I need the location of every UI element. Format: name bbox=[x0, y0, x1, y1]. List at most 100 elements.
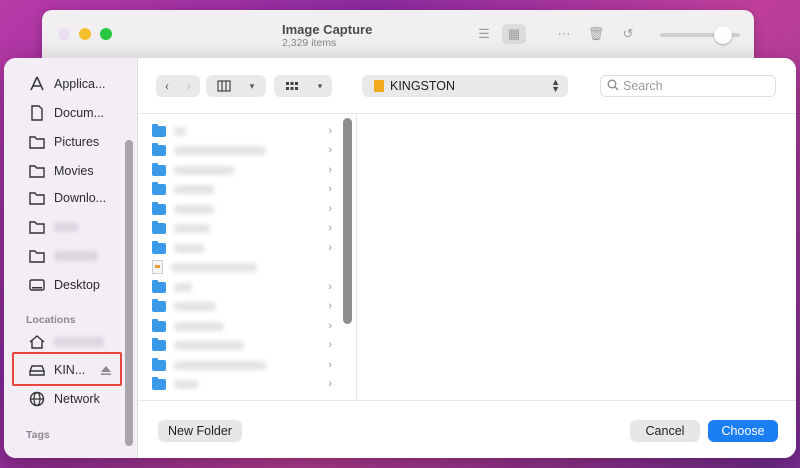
redacted-label bbox=[54, 251, 98, 261]
chevron-right-icon: › bbox=[328, 222, 332, 234]
document-icon bbox=[28, 104, 46, 122]
redacted-name bbox=[174, 165, 234, 175]
zoom-slider-knob[interactable] bbox=[714, 26, 732, 44]
chevron-right-icon: › bbox=[328, 164, 332, 176]
chevron-right-icon: › bbox=[328, 359, 332, 371]
sidebar-item-label: Desktop bbox=[54, 278, 100, 292]
trash-icon[interactable]: 🗑 bbox=[584, 24, 608, 44]
sidebar-item-label: Network bbox=[54, 392, 100, 406]
new-folder-button[interactable]: New Folder bbox=[158, 420, 242, 442]
sidebar-item-movies[interactable]: Movies bbox=[14, 158, 130, 184]
sidebar-item-documents[interactable]: Docum... bbox=[14, 100, 130, 126]
file-row[interactable]: › bbox=[152, 297, 332, 315]
globe-icon bbox=[28, 390, 46, 408]
chevron-right-icon: › bbox=[328, 125, 332, 137]
sidebar-item-label: Downlo... bbox=[54, 191, 107, 205]
file-row[interactable]: › bbox=[152, 375, 332, 393]
column-divider[interactable] bbox=[356, 114, 357, 400]
folder-icon bbox=[152, 240, 166, 254]
view-mode-button[interactable]: ▾ bbox=[206, 75, 266, 97]
chevron-right-icon: › bbox=[328, 320, 332, 332]
forward-button[interactable]: › bbox=[178, 75, 200, 97]
chevron-right-icon: › bbox=[328, 378, 332, 390]
more-icon[interactable]: ⋯ bbox=[552, 24, 576, 44]
minimize-window-button[interactable] bbox=[79, 28, 91, 40]
folder-icon bbox=[152, 318, 166, 332]
drive-icon bbox=[374, 80, 384, 92]
sidebar-item-pictures[interactable]: Pictures bbox=[14, 129, 130, 155]
zoom-window-button[interactable] bbox=[100, 28, 112, 40]
back-button[interactable]: ‹ bbox=[156, 75, 178, 97]
chevron-right-icon: › bbox=[187, 79, 191, 93]
folder-icon bbox=[28, 162, 46, 180]
group-mode-button[interactable]: ▾ bbox=[274, 75, 332, 97]
sidebar-item-label: Movies bbox=[54, 164, 94, 178]
folder-icon bbox=[152, 181, 166, 195]
folder-icon bbox=[152, 357, 166, 371]
column-scrollbar[interactable] bbox=[343, 118, 352, 324]
chevron-down-icon: ▾ bbox=[317, 80, 323, 91]
redacted-name bbox=[174, 282, 192, 292]
folder-icon bbox=[152, 123, 166, 137]
sidebar-item-folder-redacted-2[interactable] bbox=[14, 243, 130, 269]
sidebar: Applica... Docum... Pictures Movies Down bbox=[4, 58, 138, 458]
redacted-name bbox=[171, 262, 257, 272]
folder-icon bbox=[28, 133, 46, 151]
redacted-label bbox=[54, 222, 78, 232]
file-row[interactable]: › bbox=[152, 161, 332, 179]
home-icon bbox=[28, 333, 46, 351]
rotate-icon[interactable]: ↺ bbox=[616, 24, 640, 44]
redacted-name bbox=[174, 301, 216, 311]
desktop-icon bbox=[28, 276, 46, 294]
sidebar-item-downloads[interactable]: Downlo... bbox=[14, 185, 130, 211]
redacted-name bbox=[174, 360, 266, 370]
locations-heading: Locations bbox=[26, 314, 76, 326]
folder-icon bbox=[152, 298, 166, 312]
grid-icon bbox=[274, 75, 310, 97]
folder-icon bbox=[28, 218, 46, 236]
file-row[interactable]: › bbox=[152, 180, 332, 198]
search-field[interactable]: Search bbox=[600, 75, 776, 97]
redacted-name bbox=[174, 243, 204, 253]
dialog-footer: New Folder Cancel Choose bbox=[138, 400, 796, 458]
cancel-button[interactable]: Cancel bbox=[630, 420, 700, 442]
sidebar-item-network[interactable]: Network bbox=[14, 386, 130, 412]
location-popup[interactable]: KINGSTON ▲ ▼ bbox=[362, 75, 568, 97]
location-label: KINGSTON bbox=[390, 79, 456, 93]
file-row[interactable]: › bbox=[152, 219, 332, 237]
chevron-left-icon: ‹ bbox=[165, 79, 169, 93]
folder-icon bbox=[152, 201, 166, 215]
sidebar-item-label: Pictures bbox=[54, 135, 100, 149]
folder-icon bbox=[28, 247, 46, 265]
redacted-label bbox=[54, 337, 104, 347]
file-row[interactable]: › bbox=[152, 141, 332, 159]
open-dialog: Applica... Docum... Pictures Movies Down bbox=[4, 58, 796, 458]
chevron-right-icon: › bbox=[328, 281, 332, 293]
file-row[interactable]: › bbox=[152, 200, 332, 218]
file-row[interactable]: › bbox=[152, 122, 332, 140]
redacted-name bbox=[174, 204, 214, 214]
redacted-name bbox=[174, 321, 224, 331]
file-row[interactable]: › bbox=[152, 356, 332, 374]
grid-view-icon[interactable]: ▦ bbox=[502, 24, 526, 44]
file-column: › › › › › › › › › › › › › bbox=[138, 114, 348, 400]
search-icon bbox=[607, 79, 619, 94]
list-view-icon[interactable]: ☰ bbox=[472, 24, 496, 44]
file-row[interactable]: › bbox=[152, 278, 332, 296]
sidebar-item-desktop[interactable]: Desktop bbox=[14, 272, 130, 298]
highlight-box bbox=[12, 352, 122, 386]
columns-icon bbox=[206, 75, 242, 97]
folder-icon bbox=[152, 337, 166, 351]
close-window-button[interactable] bbox=[58, 28, 70, 40]
chevron-down-icon: ▾ bbox=[249, 80, 255, 91]
toolbar: ‹ › ▾ ▾ KINGSTON ▲ ▼ Search bbox=[138, 58, 796, 114]
file-row[interactable]: › bbox=[152, 239, 332, 257]
sidebar-item-applications[interactable]: Applica... bbox=[14, 71, 130, 97]
choose-button[interactable]: Choose bbox=[708, 420, 778, 442]
file-row[interactable]: › bbox=[152, 317, 332, 335]
sidebar-scrollbar[interactable] bbox=[125, 140, 133, 446]
sidebar-item-folder-redacted-1[interactable] bbox=[14, 214, 130, 240]
tags-heading: Tags bbox=[26, 429, 50, 441]
file-row[interactable]: › bbox=[152, 336, 332, 354]
file-row[interactable] bbox=[152, 258, 332, 276]
